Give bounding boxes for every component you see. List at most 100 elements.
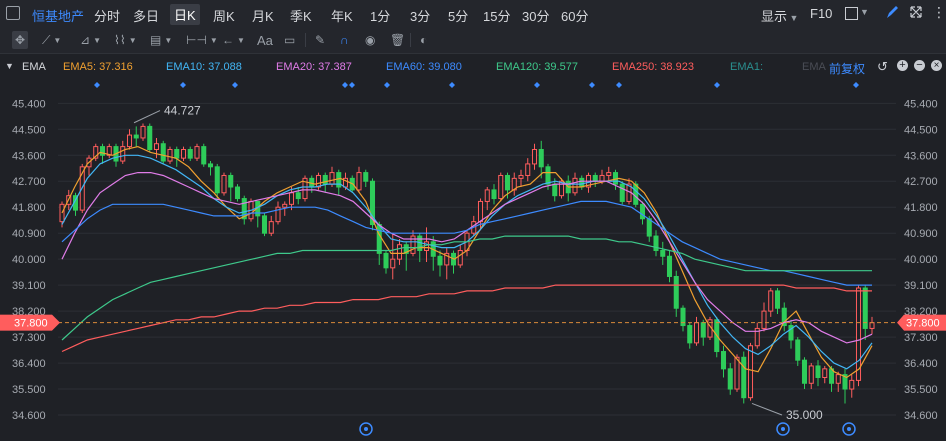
candle-body	[336, 172, 342, 188]
candle-body	[741, 356, 747, 399]
period-tab-yearly-k[interactable]: 年K	[331, 6, 353, 25]
y-axis-tick-label-left: 43.600	[12, 150, 46, 162]
display-menu[interactable]: 显示 ▼	[761, 6, 798, 25]
zoom-in-icon[interactable]: +	[897, 60, 908, 71]
period-tab-daily-k[interactable]: 日K	[170, 4, 200, 25]
candle-body	[734, 356, 740, 390]
kline-chart[interactable]: 45.400 45.400 44.500 44.500 43.600 43.600 42.7…	[0, 80, 946, 436]
candle-body	[504, 174, 511, 191]
y-axis-tick-label-right: 40.000	[904, 254, 938, 266]
stock-name[interactable]: 恒基地产	[32, 6, 84, 25]
trash-icon[interactable]: 🗑	[390, 31, 405, 49]
candle-body	[666, 255, 673, 277]
event-marker-top	[384, 82, 390, 88]
y-axis-tick-label-right: 44.500	[904, 124, 938, 136]
zoom-out-icon[interactable]: −	[914, 60, 925, 71]
display-label: 显示	[761, 9, 788, 24]
candle-body	[153, 143, 160, 150]
crosshair-move-icon[interactable]: ✥	[12, 31, 29, 49]
sidebar-toggle-icon[interactable]	[6, 6, 20, 20]
candle-body	[498, 174, 504, 200]
period-tab-3min[interactable]: 3分	[410, 6, 430, 25]
candle-body	[660, 250, 666, 257]
ema-line-ema250	[61, 284, 872, 353]
candle-body	[126, 134, 133, 148]
text-tool-icon[interactable]: Aa	[257, 31, 273, 49]
candle-body	[579, 177, 585, 188]
arrow-tool-icon[interactable]: ← ▼	[222, 31, 245, 49]
chevron-down-icon[interactable]: ▼	[860, 7, 869, 17]
close-icon[interactable]: ×	[931, 60, 942, 71]
magnet-icon[interactable]: ∩	[340, 31, 349, 49]
candle-body	[396, 244, 403, 260]
y-axis-tick-label-right: 41.800	[904, 202, 938, 214]
ema10-value: EMA10: 37.088	[166, 61, 242, 73]
period-tab-30min[interactable]: 30分	[522, 6, 549, 25]
candle-body	[207, 163, 214, 168]
ema-extra-value: EMA	[802, 61, 826, 73]
pen-icon[interactable]	[884, 3, 900, 26]
candle-body	[822, 368, 828, 378]
indicator-name[interactable]: EMA	[22, 61, 46, 73]
eye-icon[interactable]: ◉	[365, 31, 375, 49]
period-tab-5min[interactable]: 5分	[448, 6, 468, 25]
candle-body	[484, 189, 490, 202]
undo-icon[interactable]: ↺	[877, 59, 888, 75]
period-tab-weekly-k[interactable]: 周K	[213, 6, 235, 25]
channel-tool-icon[interactable]: ⊿ ▼	[80, 31, 101, 49]
candle-body	[774, 290, 781, 309]
line-tool-icon[interactable]: ⟋ ▼	[42, 31, 61, 49]
candle-body	[437, 255, 443, 266]
current-price-tag-pointer-right	[897, 314, 904, 331]
candle-body	[619, 183, 625, 202]
collapse-arrow-icon[interactable]: ▼	[5, 61, 14, 71]
y-axis-tick-label-right: 39.100	[904, 280, 938, 292]
candle-body	[599, 174, 605, 182]
candle-body	[673, 275, 679, 309]
high-annotation-label: 44.727	[164, 104, 201, 118]
measure-tool-icon[interactable]: ⊢⊣ ▼	[186, 31, 218, 49]
ema5-value: EMA5: 37.316	[63, 61, 133, 73]
more-icon[interactable]: ⋮	[932, 4, 946, 21]
period-tab-multiday[interactable]: 多日	[133, 6, 159, 25]
candle-body	[761, 310, 767, 329]
adjust-mode-button[interactable]: 前复权	[829, 60, 865, 77]
period-tab-quarterly-k[interactable]: 季K	[290, 6, 312, 25]
candle-body	[808, 365, 814, 384]
kline-chart-svg[interactable]: 45.400 45.400 44.500 44.500 43.600 43.600 42.7…	[0, 80, 946, 436]
eraser-icon[interactable]: ✎	[315, 31, 325, 49]
candle-body	[174, 148, 180, 159]
candle-body	[167, 148, 173, 162]
current-price-label-left: 37.800	[14, 318, 48, 330]
candle-body	[720, 351, 727, 370]
wave-tool-icon[interactable]: ⌇⌇ ▼	[114, 31, 137, 49]
event-marker-top	[349, 82, 355, 88]
candle-body	[747, 345, 754, 399]
current-price-tag-pointer-left	[52, 314, 60, 331]
candle-body	[545, 166, 551, 185]
candle-body	[356, 172, 362, 191]
candle-body	[646, 218, 652, 237]
candle-body	[261, 215, 268, 234]
candle-body	[572, 177, 578, 194]
period-tab-15min[interactable]: 15分	[483, 6, 510, 25]
comment-icon[interactable]: ▭	[284, 31, 295, 49]
candle-body	[835, 374, 841, 384]
event-marker-top	[714, 82, 720, 88]
candle-body	[282, 203, 288, 208]
ema1-value: EMA1:	[730, 61, 764, 73]
toggle-drawings-icon[interactable]: ◐	[420, 31, 427, 49]
event-marker-bottom-dot	[364, 427, 368, 431]
period-tab-monthly-k[interactable]: 月K	[252, 6, 274, 25]
y-axis-tick-label-left: 45.400	[12, 98, 46, 110]
candle-body	[376, 224, 382, 254]
fibonacci-tool-icon[interactable]: ▤ ▼	[150, 31, 172, 49]
layout-box-icon[interactable]	[845, 7, 858, 20]
period-tab-60min[interactable]: 60分	[561, 6, 588, 25]
expand-icon[interactable]	[908, 3, 924, 26]
period-tab-intraday[interactable]: 分时	[94, 6, 120, 25]
period-tab-1min[interactable]: 1分	[370, 6, 390, 25]
f10-button[interactable]: F10	[810, 6, 832, 21]
event-marker-bottom-dot	[781, 427, 785, 431]
event-marker-top	[534, 82, 540, 88]
